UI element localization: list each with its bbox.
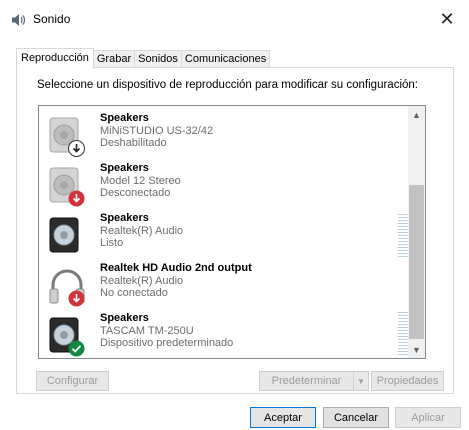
device-name: Realtek HD Audio 2nd output xyxy=(100,262,252,274)
window-title: Sonido xyxy=(33,12,71,26)
tab-grabar[interactable]: Grabar xyxy=(92,50,136,68)
speaker-icon xyxy=(49,217,79,253)
properties-button[interactable]: Propiedades xyxy=(371,371,444,391)
device-status: No conectado xyxy=(100,287,168,299)
title-bar: Sonido ✕ xyxy=(0,0,469,38)
device-status: Dispositivo predeterminado xyxy=(100,337,234,349)
set-default-button[interactable]: Predeterminar xyxy=(259,371,354,391)
default-check-icon xyxy=(68,340,85,357)
device-item[interactable]: Speakers Model 12 Stereo Desconectado xyxy=(39,162,407,212)
device-list-scrollbar[interactable]: ▲ ▼ xyxy=(408,106,425,358)
configure-button[interactable]: Configurar xyxy=(36,371,109,391)
set-default-dropdown[interactable]: ▼ xyxy=(353,371,369,391)
scroll-down-button[interactable]: ▼ xyxy=(408,341,425,358)
device-item[interactable]: Speakers MiNiSTUDIO US-32/42 Deshabilita… xyxy=(39,112,407,162)
scroll-thumb[interactable] xyxy=(409,185,424,339)
ok-button[interactable]: Aceptar xyxy=(250,407,316,428)
device-item[interactable]: Realtek HD Audio 2nd output Realtek(R) A… xyxy=(39,262,407,312)
device-description: Model 12 Stereo xyxy=(100,174,181,187)
apply-button[interactable]: Aplicar xyxy=(395,407,461,428)
device-list[interactable]: Speakers MiNiSTUDIO US-32/42 Deshabilita… xyxy=(38,105,426,359)
device-name: Speakers xyxy=(100,112,149,124)
chevron-up-icon: ▲ xyxy=(412,109,421,120)
device-name: Speakers xyxy=(100,162,149,174)
device-item[interactable]: Speakers Realtek(R) Audio Listo xyxy=(39,212,412,262)
device-status: Deshabilitado xyxy=(100,137,167,149)
instruction-text: Seleccione un dispositivo de reproducció… xyxy=(37,79,418,91)
tab-reproduccion[interactable]: Reproducción xyxy=(16,48,94,69)
tab-comunicaciones[interactable]: Comunicaciones xyxy=(180,50,271,68)
close-button[interactable]: ✕ xyxy=(425,0,469,38)
device-name: Speakers xyxy=(100,212,149,224)
device-description: Realtek(R) Audio xyxy=(100,274,184,287)
close-icon: ✕ xyxy=(439,8,455,29)
device-item[interactable]: Speakers TASCAM TM-250U Dispositivo pred… xyxy=(39,312,412,358)
tab-strip: Reproducción Grabar Sonidos Comunicacion… xyxy=(16,48,271,69)
disabled-arrow-icon xyxy=(68,140,85,157)
speaker-icon xyxy=(12,14,26,26)
disconnected-arrow-icon xyxy=(68,290,85,307)
scroll-up-button[interactable]: ▲ xyxy=(408,106,425,123)
chevron-down-icon: ▼ xyxy=(412,344,421,355)
device-status: Desconectado xyxy=(100,187,171,199)
device-description: MiNiSTUDIO US-32/42 xyxy=(100,124,214,137)
playback-panel: Seleccione un dispositivo de reproducció… xyxy=(16,67,454,394)
device-name: Speakers xyxy=(100,312,149,324)
device-description: TASCAM TM-250U xyxy=(100,324,194,337)
disconnected-arrow-icon xyxy=(68,190,85,207)
device-status: Listo xyxy=(100,237,124,249)
cancel-button[interactable]: Cancelar xyxy=(323,407,389,428)
tab-sonidos[interactable]: Sonidos xyxy=(134,50,182,68)
chevron-down-icon: ▼ xyxy=(357,376,365,386)
device-description: Realtek(R) Audio xyxy=(100,224,184,237)
